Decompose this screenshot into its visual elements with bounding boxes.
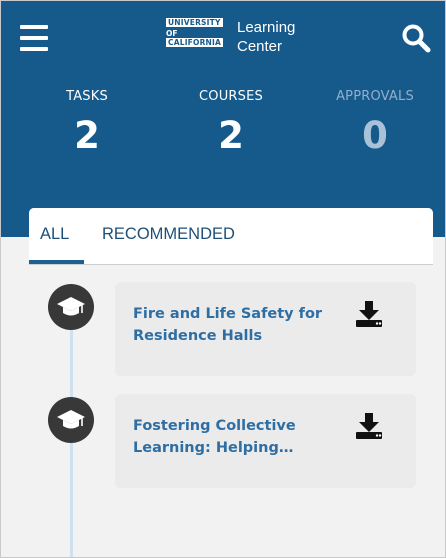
search-icon[interactable]: [401, 23, 431, 53]
download-icon[interactable]: [354, 299, 384, 329]
content-panel: ALL RECOMMENDED: [29, 208, 433, 557]
graduation-cap-icon: [48, 284, 94, 330]
app-screen: UNIVERSITY OF CALIFORNIA Learning Center…: [0, 0, 446, 558]
stat-courses[interactable]: COURSES 2: [171, 89, 291, 158]
active-tab-indicator: [29, 260, 84, 264]
tab-recommended[interactable]: RECOMMENDED: [102, 225, 235, 244]
app-header: UNIVERSITY OF CALIFORNIA Learning Center…: [1, 1, 445, 237]
uc-logo-mark: UNIVERSITY OF CALIFORNIA: [165, 18, 231, 56]
app-title-line1: Learning: [237, 19, 296, 36]
stat-tasks-label: TASKS: [66, 89, 108, 104]
stat-approvals-value: 0: [362, 114, 388, 157]
download-icon[interactable]: [354, 411, 384, 441]
stat-courses-value: 2: [218, 114, 244, 157]
app-title: Learning Center: [237, 18, 295, 56]
logo-of: OF: [166, 29, 178, 38]
course-title: Fostering Collective Learning: Helping…: [133, 418, 296, 456]
course-card[interactable]: Fostering Collective Learning: Helping…: [115, 394, 416, 488]
course-card[interactable]: Fire and Life Safety for Residence Halls: [115, 282, 416, 376]
stat-approvals-label: APPROVALS: [336, 89, 414, 104]
stat-tasks[interactable]: TASKS 2: [27, 89, 147, 158]
stat-courses-label: COURSES: [199, 89, 263, 104]
stat-tasks-value: 2: [74, 114, 100, 157]
logo-university: UNIVERSITY: [166, 18, 223, 27]
menu-icon[interactable]: [20, 25, 48, 51]
app-title-line2: Center: [237, 38, 283, 55]
logo-california: CALIFORNIA: [166, 38, 224, 47]
tab-bar: ALL RECOMMENDED: [29, 208, 433, 265]
course-title: Fire and Life Safety for Residence Halls: [133, 306, 323, 344]
stat-approvals[interactable]: APPROVALS 0: [315, 89, 435, 158]
tab-all[interactable]: ALL: [40, 225, 69, 244]
graduation-cap-icon: [48, 397, 94, 443]
